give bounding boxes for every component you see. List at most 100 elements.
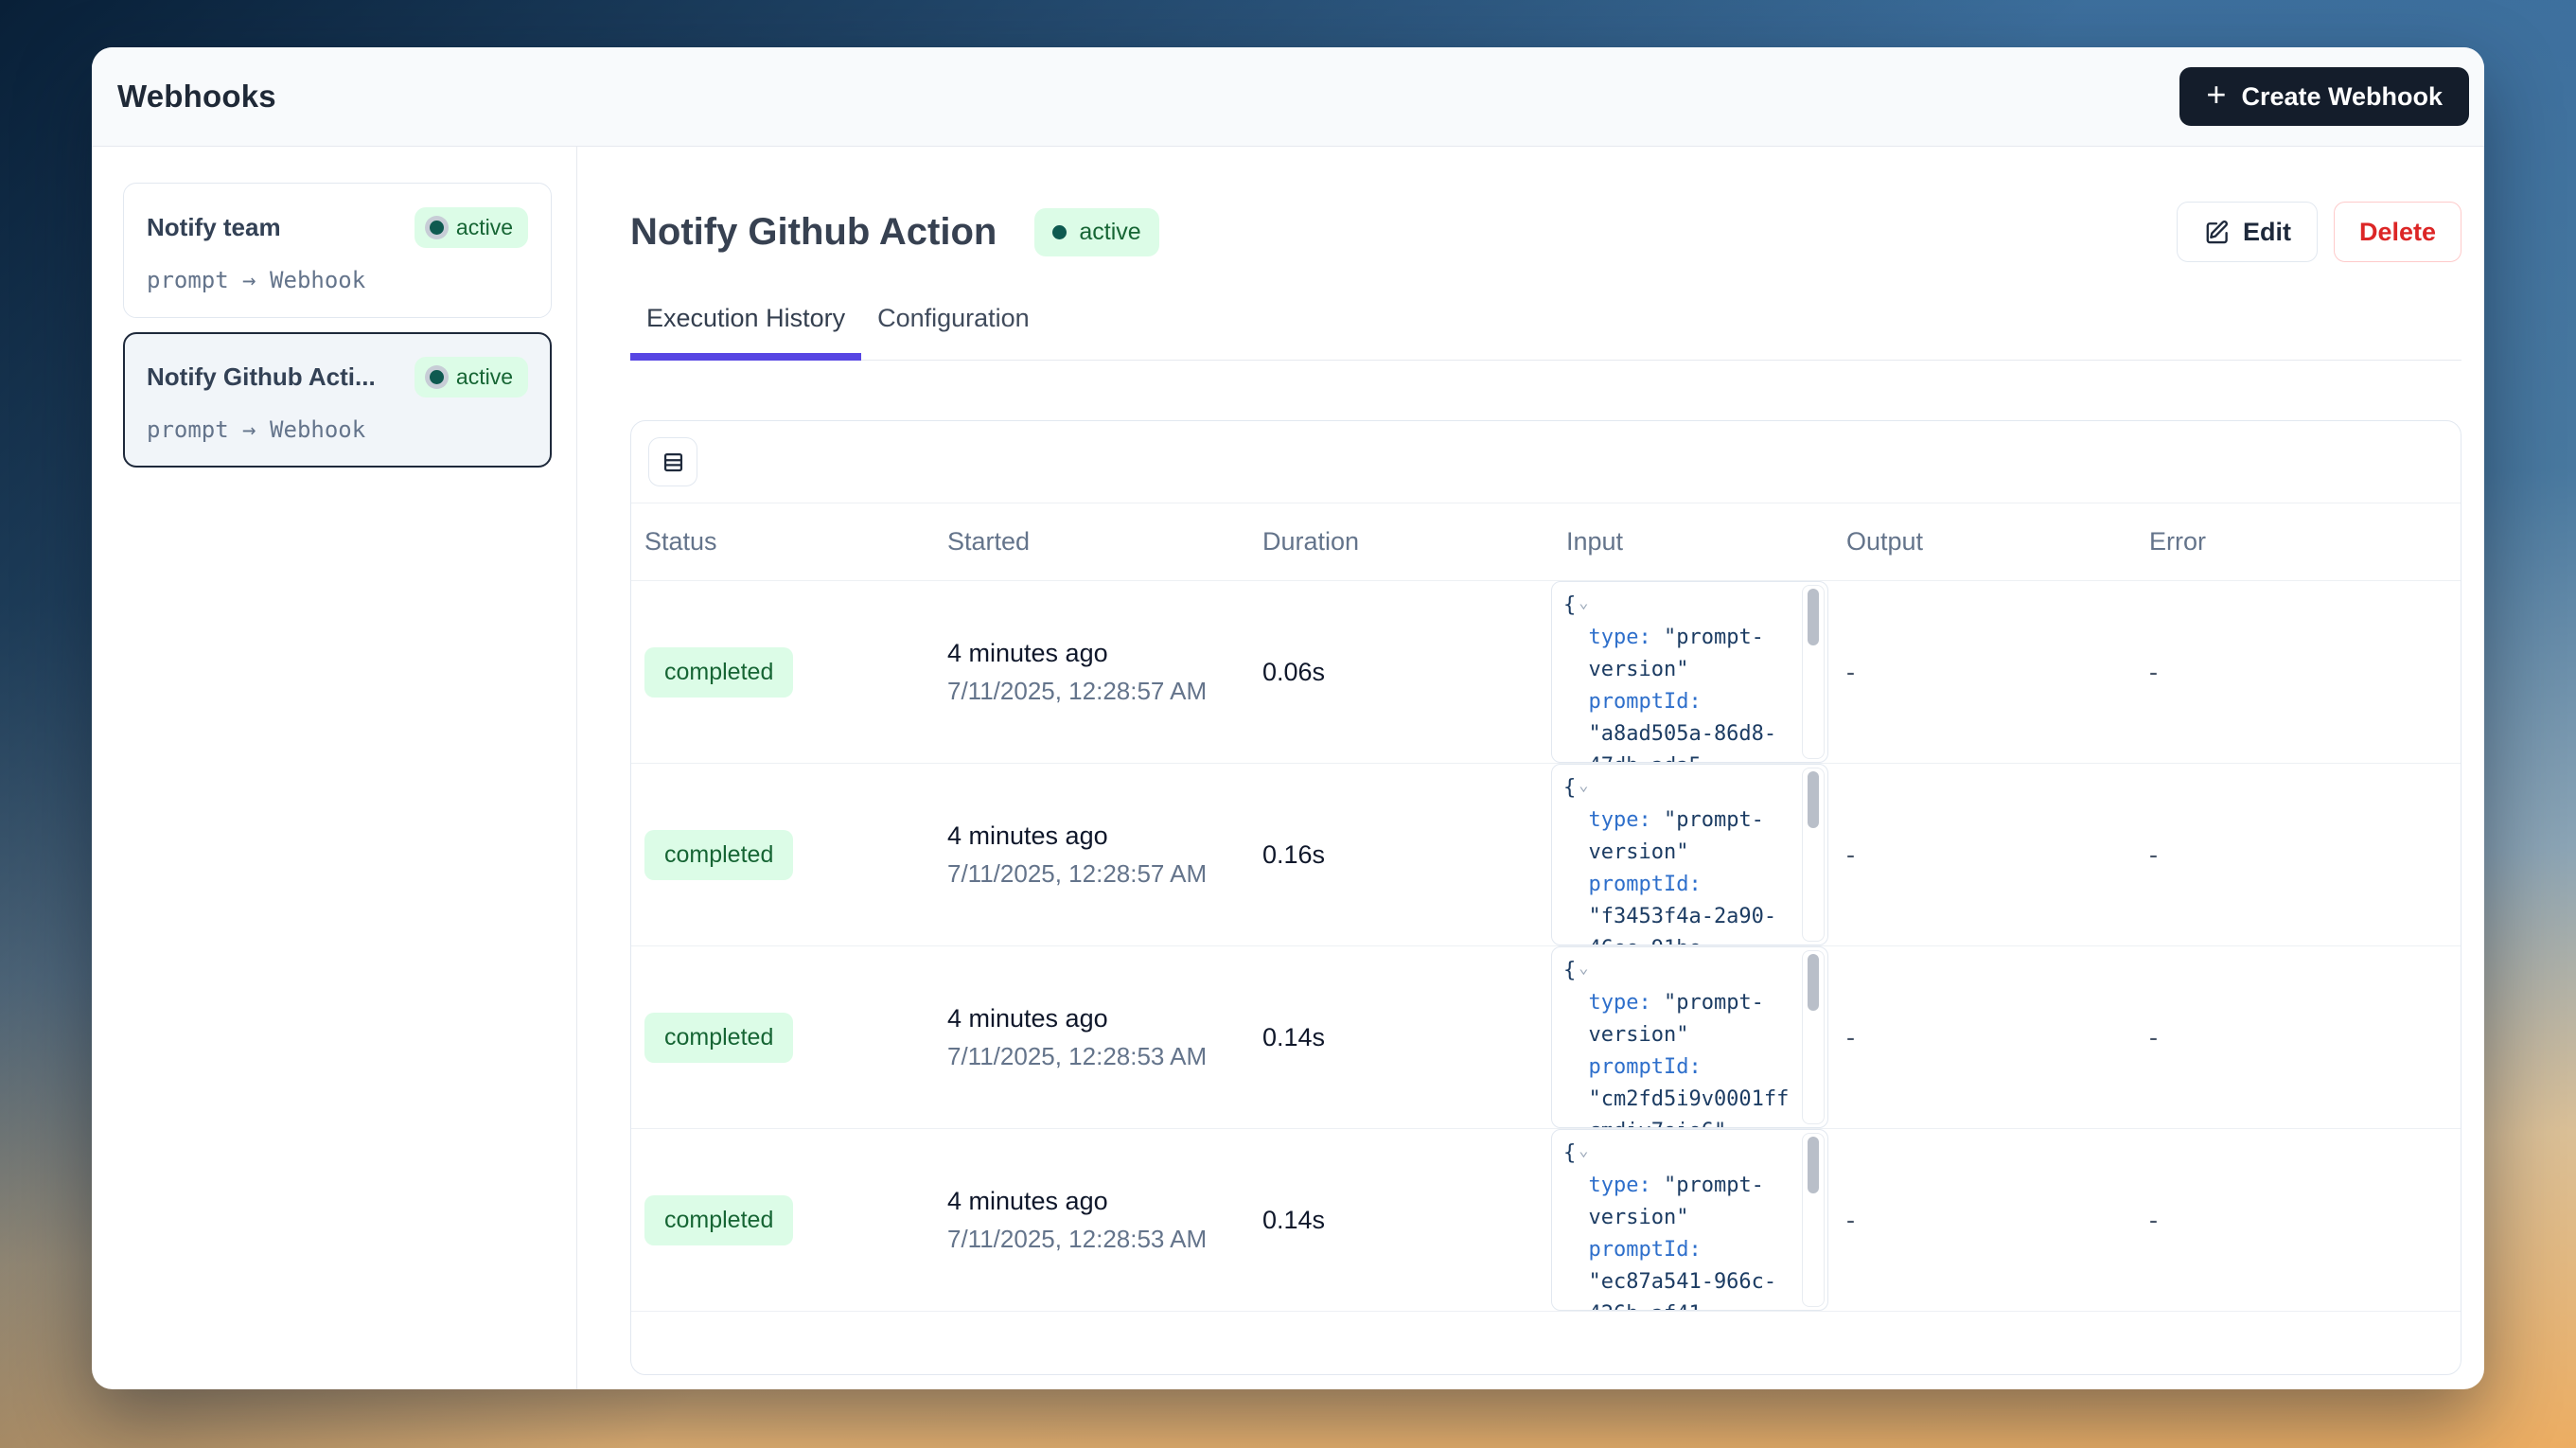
json-scrollbar[interactable]: [1802, 1133, 1825, 1307]
column-header-duration: Duration: [1262, 527, 1551, 556]
webhook-route: prompt → Webhook: [147, 416, 528, 443]
sidebar-item-notify-team[interactable]: Notify team active prompt → Webhook: [123, 183, 552, 318]
json-token-val: "prompt-: [1664, 808, 1764, 832]
plus-icon: +: [2206, 78, 2226, 112]
active-dot-icon: [430, 370, 444, 384]
chevron-down-icon[interactable]: ⌄: [1579, 959, 1588, 978]
json-token-val: "prompt-: [1664, 626, 1764, 649]
error-value: -: [2149, 840, 2461, 870]
status-badge-label: active: [456, 215, 513, 240]
scrollbar-thumb[interactable]: [1808, 589, 1819, 645]
json-content: {⌄ type: "prompt- version" promptId: "f3…: [1552, 765, 1800, 945]
input-json-viewer[interactable]: {⌄ type: "prompt- version" promptId: "f3…: [1551, 764, 1828, 945]
input-json-viewer[interactable]: {⌄ type: "prompt- version" promptId: "ec…: [1551, 1129, 1828, 1311]
execution-row[interactable]: completed 4 minutes ago 7/11/2025, 12:28…: [631, 946, 2461, 1129]
input-cell: {⌄ type: "prompt- version" promptId: "f3…: [1551, 764, 1846, 945]
execution-status-badge: completed: [644, 1195, 793, 1245]
tab-execution-history[interactable]: Execution History: [630, 304, 861, 361]
error-value: -: [2149, 1206, 2461, 1235]
started-relative: 4 minutes ago: [947, 1187, 1262, 1216]
started-date: 7/11/2025, 12:28:53 AM: [947, 1225, 1262, 1254]
json-token-key: promptId:: [1563, 1238, 1702, 1262]
json-token-key: type:: [1563, 991, 1664, 1015]
json-content: {⌄ type: "prompt- version" promptId: "cm…: [1552, 947, 1800, 1127]
json-token-val: version": [1563, 1023, 1688, 1047]
json-token-key: type:: [1563, 808, 1664, 832]
duration-value: 0.14s: [1262, 1023, 1551, 1052]
scrollbar-thumb[interactable]: [1808, 771, 1819, 828]
started-relative: 4 minutes ago: [947, 639, 1262, 668]
started-relative: 4 minutes ago: [947, 821, 1262, 851]
duration-value: 0.06s: [1262, 658, 1551, 687]
table-rows-icon: [661, 450, 686, 475]
column-header-input: Input: [1551, 527, 1846, 556]
tab-configuration[interactable]: Configuration: [861, 304, 1046, 361]
started-cell: 4 minutes ago 7/11/2025, 12:28:53 AM: [947, 1004, 1262, 1071]
error-value: -: [2149, 658, 2461, 687]
json-token-brace: {: [1563, 593, 1576, 617]
status-cell: completed: [644, 1013, 947, 1063]
detail-actions: Edit Delete: [2177, 202, 2461, 262]
input-cell: {⌄ type: "prompt- version" promptId: "cm…: [1551, 946, 1846, 1128]
execution-status-badge: completed: [644, 830, 793, 880]
json-token-brace: {: [1563, 776, 1576, 800]
create-webhook-label: Create Webhook: [2241, 82, 2443, 112]
scrollbar-thumb[interactable]: [1808, 954, 1819, 1011]
json-token-val: version": [1563, 840, 1688, 864]
json-token-brace: {: [1563, 1141, 1576, 1165]
json-token-val: version": [1563, 658, 1688, 681]
started-date: 7/11/2025, 12:28:57 AM: [947, 677, 1262, 706]
chevron-down-icon[interactable]: ⌄: [1579, 776, 1588, 795]
webhook-detail-panel: Notify Github Action active Edit: [577, 147, 2484, 1389]
json-scrollbar[interactable]: [1802, 768, 1825, 942]
column-header-status: Status: [644, 527, 947, 556]
column-header-error: Error: [2149, 527, 2461, 556]
chevron-down-icon[interactable]: ⌄: [1579, 1141, 1588, 1160]
input-json-viewer[interactable]: {⌄ type: "prompt- version" promptId: "cm…: [1551, 946, 1828, 1128]
active-dot-icon: [430, 221, 444, 235]
started-date: 7/11/2025, 12:28:53 AM: [947, 1042, 1262, 1071]
json-scrollbar[interactable]: [1802, 585, 1825, 759]
table-body: completed 4 minutes ago 7/11/2025, 12:28…: [631, 581, 2461, 1312]
json-token-key: type:: [1563, 626, 1664, 649]
json-scrollbar[interactable]: [1802, 950, 1825, 1124]
input-json-viewer[interactable]: {⌄ type: "prompt- version" promptId: "a8…: [1551, 581, 1828, 763]
delete-button[interactable]: Delete: [2334, 202, 2461, 262]
webhook-name: Notify Github Acti...: [147, 362, 376, 392]
json-token-val: "f3453f4a-2a90-: [1563, 905, 1776, 928]
execution-row[interactable]: completed 4 minutes ago 7/11/2025, 12:28…: [631, 1129, 2461, 1312]
sidebar-item-notify-github-acti[interactable]: Notify Github Acti... active prompt → We…: [123, 332, 552, 468]
json-token-val: "prompt-: [1664, 991, 1764, 1015]
duration-value: 0.14s: [1262, 1206, 1551, 1235]
error-value: -: [2149, 1023, 2461, 1052]
detail-header: Notify Github Action active Edit: [630, 202, 2461, 262]
status-cell: completed: [644, 1195, 947, 1245]
started-relative: 4 minutes ago: [947, 1004, 1262, 1033]
edit-button[interactable]: Edit: [2177, 202, 2318, 262]
status-badge-label: active: [1079, 219, 1140, 246]
execution-row[interactable]: completed 4 minutes ago 7/11/2025, 12:28…: [631, 581, 2461, 764]
detail-tabs: Execution History Configuration: [630, 304, 2461, 361]
json-token-val: "a8ad505a-86d8-: [1563, 722, 1776, 746]
table-view-button[interactable]: [648, 437, 697, 486]
status-cell: completed: [644, 830, 947, 880]
output-value: -: [1846, 658, 2149, 687]
json-token-key: promptId:: [1563, 873, 1702, 896]
json-content: {⌄ type: "prompt- version" promptId: "ec…: [1552, 1130, 1800, 1310]
json-token-brace: {: [1563, 959, 1576, 982]
duration-value: 0.16s: [1262, 840, 1551, 870]
app-header: Webhooks + Create Webhook: [92, 47, 2484, 147]
output-value: -: [1846, 1206, 2149, 1235]
create-webhook-button[interactable]: + Create Webhook: [2179, 67, 2469, 126]
chevron-down-icon[interactable]: ⌄: [1579, 593, 1588, 612]
started-cell: 4 minutes ago 7/11/2025, 12:28:53 AM: [947, 1187, 1262, 1254]
json-token-val: version": [1563, 1206, 1688, 1229]
input-cell: {⌄ type: "prompt- version" promptId: "ec…: [1551, 1129, 1846, 1311]
json-token-val: "ec87a541-966c-: [1563, 1270, 1776, 1294]
json-token-val: 426b-af41: [1563, 1302, 1702, 1310]
json-token-val: 46ee-91be: [1563, 937, 1702, 945]
execution-row[interactable]: completed 4 minutes ago 7/11/2025, 12:28…: [631, 764, 2461, 946]
column-header-started: Started: [947, 527, 1262, 556]
table-header-row: Status Started Duration Input Output Err…: [631, 503, 2461, 581]
scrollbar-thumb[interactable]: [1808, 1137, 1819, 1193]
